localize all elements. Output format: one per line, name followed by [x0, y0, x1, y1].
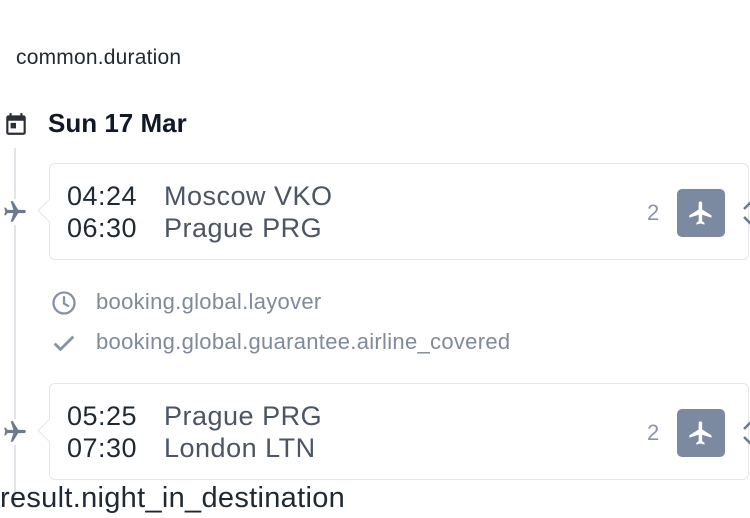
- expand-icon[interactable]: [738, 418, 750, 448]
- guarantee-text: booking.global.guarantee.airline_covered: [96, 329, 511, 354]
- departure-time: 05:25: [67, 401, 138, 431]
- airplane-icon: [2, 199, 28, 225]
- airplane-icon: [2, 419, 28, 445]
- departure-place: Moscow VKO: [164, 181, 333, 211]
- arrival-time: 06:30: [67, 213, 138, 243]
- clock-icon: [50, 289, 78, 317]
- flight-segment-card[interactable]: 05:25 Prague PRG 07:30 London LTN 2: [37, 383, 750, 480]
- departure-place: Prague PRG: [164, 401, 323, 431]
- flight-segment-card[interactable]: 04:24 Moscow VKO 06:30 Prague PRG 2: [37, 163, 750, 260]
- checkmark-icon: [50, 329, 78, 357]
- card-pointer: [37, 198, 62, 223]
- segment-count: 2: [647, 200, 660, 225]
- date-header: Sun 17 Mar: [0, 106, 300, 142]
- layover-row: booking.global.layover: [50, 287, 650, 317]
- guarantee-row: booking.global.guarantee.airline_covered: [50, 327, 650, 357]
- date-text: Sun 17 Mar: [48, 108, 187, 138]
- airline-button[interactable]: [677, 189, 725, 237]
- calendar-icon: [3, 111, 29, 137]
- card-pointer: [37, 418, 62, 443]
- departure-time: 04:24: [67, 181, 138, 211]
- arrival-time: 07:30: [67, 433, 138, 463]
- duration-label: common.duration: [16, 46, 182, 69]
- arrival-place: London LTN: [164, 433, 316, 463]
- arrival-place: Prague PRG: [164, 213, 323, 243]
- airplane-icon: [689, 201, 712, 225]
- night-in-destination-label: result.night_in_destination: [0, 482, 346, 514]
- segment-count: 2: [647, 420, 660, 445]
- airplane-icon: [689, 421, 712, 445]
- layover-text: booking.global.layover: [96, 289, 322, 314]
- expand-icon[interactable]: [738, 198, 750, 228]
- airline-button[interactable]: [677, 409, 725, 457]
